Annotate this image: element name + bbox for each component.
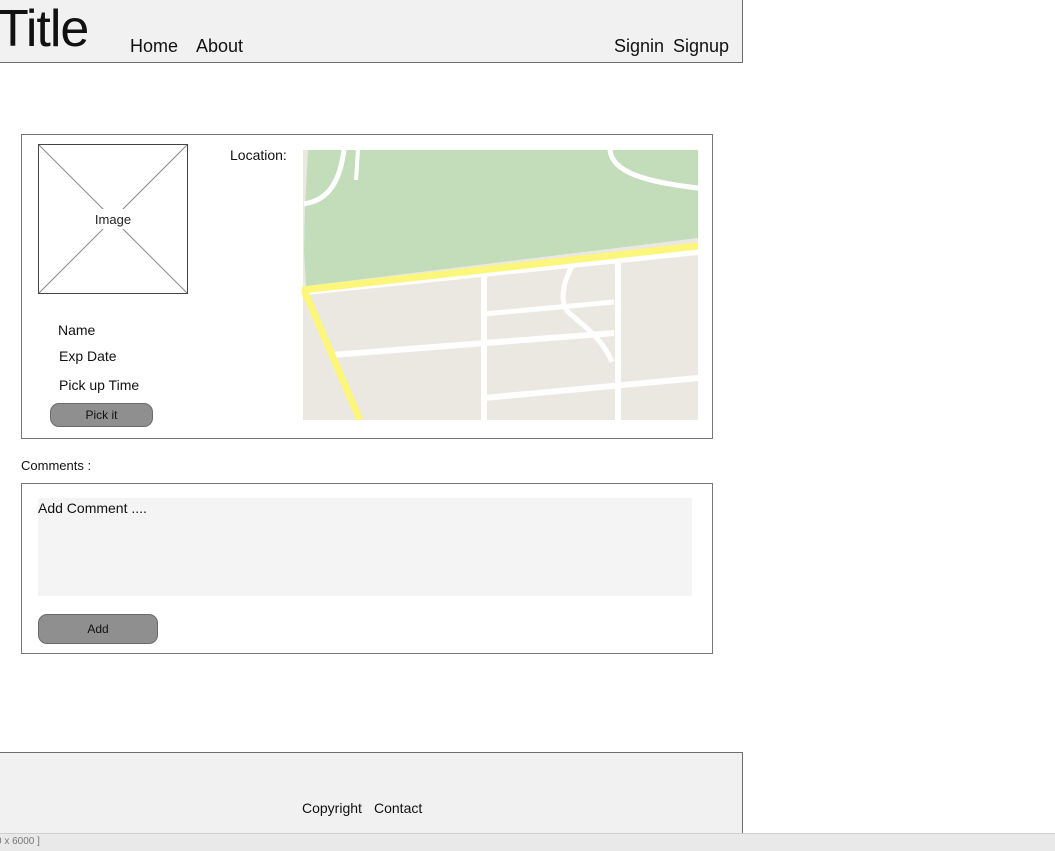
nav-signup-link[interactable]: Signup	[673, 36, 729, 56]
nav-home-link[interactable]: Home	[130, 36, 178, 56]
map-graphic	[300, 150, 698, 420]
pick-it-button[interactable]: Pick it	[50, 403, 153, 427]
page-title: Title	[0, 0, 89, 58]
item-image-placeholder: Image	[38, 144, 188, 294]
status-bar	[0, 833, 1055, 851]
name-label: Name	[58, 322, 96, 338]
location-label: Location:	[230, 147, 287, 163]
image-label: Image	[94, 212, 132, 227]
footer-contact-link[interactable]: Contact	[374, 800, 422, 816]
location-map[interactable]	[300, 150, 698, 420]
footer-copyright-link[interactable]: Copyright	[302, 800, 362, 816]
map-road	[354, 150, 360, 181]
comment-input[interactable]	[38, 498, 692, 596]
add-comment-button[interactable]: Add	[38, 614, 158, 644]
pickup-time-label: Pick up Time	[59, 377, 140, 393]
map-road	[300, 150, 303, 420]
comments-label: Comments :	[21, 458, 92, 473]
nav-signin-link[interactable]: Signin	[614, 36, 664, 56]
footer-bar	[0, 752, 743, 838]
exp-date-label: Exp Date	[59, 348, 117, 364]
nav-about-link[interactable]: About	[196, 36, 243, 56]
status-text: 0 x 6000 ]	[0, 836, 40, 847]
